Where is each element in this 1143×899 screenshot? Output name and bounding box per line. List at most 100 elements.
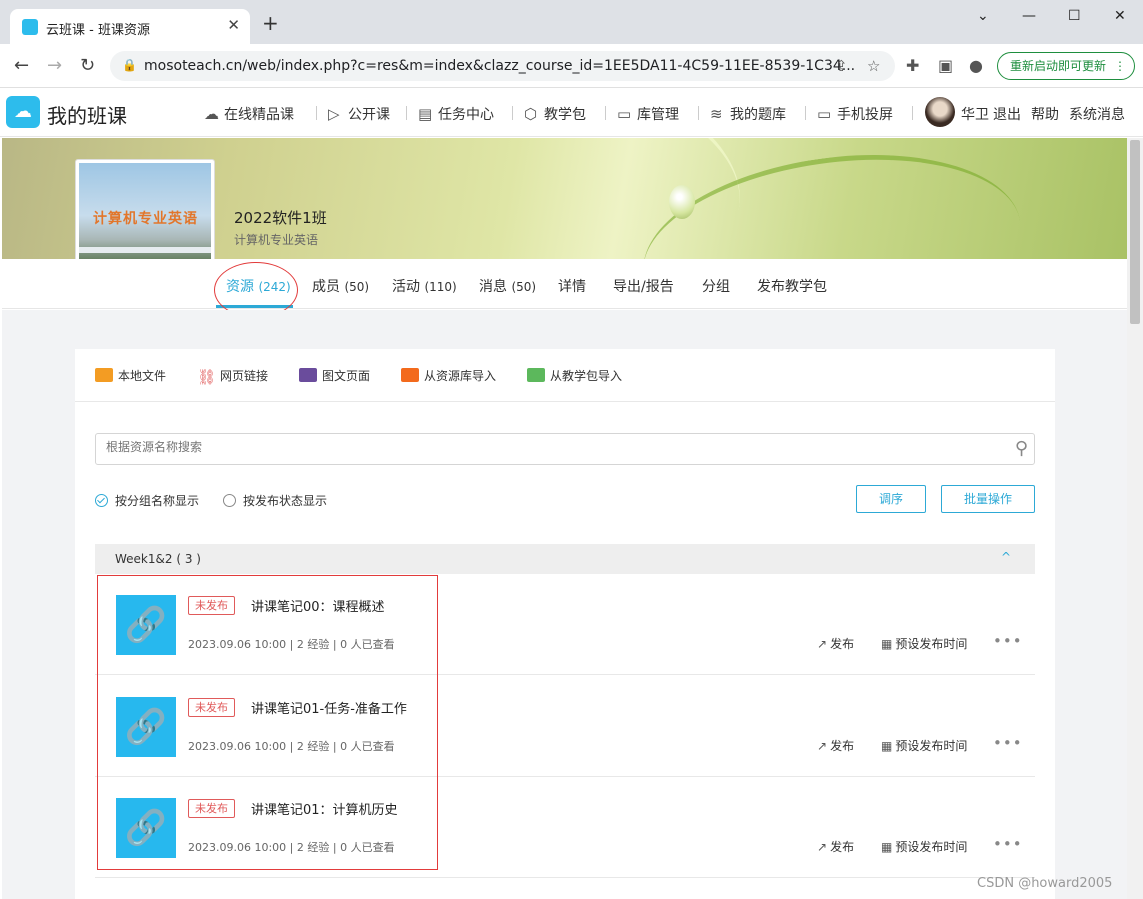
cloud-icon: ☁ — [204, 105, 219, 123]
web-link-button[interactable]: ⛓ 网页链接 — [197, 367, 268, 386]
favicon-icon — [22, 19, 38, 35]
watermark-text: CSDN @howard2005 — [977, 876, 1113, 891]
folder-icon — [95, 368, 113, 382]
tab-label: 活动 — [392, 279, 420, 295]
waterdrop-decoration — [669, 185, 695, 219]
search-icon[interactable]: ⚲ — [1015, 438, 1028, 459]
nav-task-center[interactable]: ▤ 任务中心 — [418, 104, 494, 124]
nav-screen-cast[interactable]: ▭ 手机投屏 — [817, 104, 893, 124]
nav-divider — [406, 106, 407, 120]
browser-tab[interactable]: 云班课 - 班课资源 ✕ — [10, 9, 250, 44]
action-label: 预设发布时间 — [895, 739, 968, 753]
browser-tabbar: 云班课 - 班课资源 ✕ + ⌄ — ☐ ✕ — [0, 0, 1143, 44]
view-by-group-radio[interactable]: 按分组名称显示 — [95, 492, 199, 509]
article-page-button[interactable]: 图文页面 — [299, 367, 370, 384]
minimize-button[interactable]: — — [1022, 8, 1036, 24]
tab-title: 云班课 - 班课资源 — [46, 23, 150, 38]
nav-teaching-pack[interactable]: ⬡ 教学包 — [524, 104, 586, 124]
bookmark-star-icon[interactable]: ☆ — [867, 57, 880, 75]
local-file-button[interactable]: 本地文件 — [95, 367, 166, 384]
import-pack-button[interactable]: 从教学包导入 — [527, 367, 622, 384]
profile-icon[interactable]: ● — [969, 56, 983, 75]
new-tab-button[interactable]: + — [262, 13, 279, 33]
nav-label: 我的题库 — [730, 107, 786, 123]
reload-icon[interactable]: ↻ — [80, 55, 95, 76]
more-options-icon[interactable]: ••• — [993, 632, 1023, 650]
logo-icon[interactable]: ☁ — [6, 96, 40, 128]
site-header: ☁ 我的班课 ☁ 在线精品课 ▷ 公开课 ▤ 任务中心 ⬡ 教学包 ▭ 库管理 ≋ 我的题库… — [0, 89, 1143, 137]
forward-icon[interactable]: → — [47, 55, 62, 76]
search-input[interactable] — [106, 440, 986, 454]
page-scrollbar[interactable] — [1127, 138, 1143, 899]
back-icon[interactable]: ← — [14, 55, 29, 76]
resource-toolbar: 本地文件 ⛓ 网页链接 图文页面 从资源库导入 从教学包导入 — [75, 349, 1055, 402]
nav-question-bank[interactable]: ≋ 我的题库 — [710, 104, 786, 124]
extensions-icon[interactable]: ✚ — [906, 56, 919, 75]
nav-divider — [605, 106, 606, 120]
class-subnav: 资源 (242) 成员 (50) 活动 (110) 消息 (50) 详情 导出/… — [2, 259, 1127, 309]
radio-unchecked-icon — [223, 494, 236, 507]
publish-button[interactable]: ↗ 发布 — [817, 635, 854, 652]
more-options-icon[interactable]: ••• — [993, 734, 1023, 752]
nav-online-course[interactable]: ☁ 在线精品课 — [204, 104, 294, 124]
logo-text[interactable]: 我的班课 — [47, 100, 127, 129]
tool-label: 从教学包导入 — [550, 369, 623, 383]
tab-label: 详情 — [558, 279, 586, 295]
sort-button[interactable]: 调序 — [856, 485, 926, 513]
tool-label: 本地文件 — [118, 369, 167, 383]
resource-search[interactable]: ⚲ — [95, 433, 1035, 465]
nav-divider — [316, 106, 317, 120]
tab-export-report[interactable]: 导出/报告 — [613, 276, 674, 296]
system-messages-link[interactable]: 系统消息 — [1069, 104, 1125, 124]
schedule-publish-button[interactable]: ▦ 预设发布时间 — [881, 635, 967, 652]
tab-details[interactable]: 详情 — [558, 276, 586, 296]
logout-link[interactable]: 退出 — [993, 104, 1021, 124]
more-options-icon[interactable]: ••• — [993, 835, 1023, 853]
radio-label: 按分组名称显示 — [115, 494, 200, 508]
maximize-button[interactable]: ☐ — [1068, 8, 1081, 24]
scrollbar-thumb[interactable] — [1130, 140, 1140, 324]
nav-divider — [512, 106, 513, 120]
avatar[interactable] — [925, 97, 955, 127]
tab-label: 发布教学包 — [757, 279, 827, 295]
nav-open-course[interactable]: ▷ 公开课 — [328, 104, 390, 124]
tool-label: 从资源库导入 — [424, 369, 497, 383]
url-box[interactable]: 🔒 mosoteach.cn/web/index.php?c=res&m=ind… — [110, 51, 895, 81]
nav-divider — [912, 106, 913, 120]
group-header[interactable]: Week1&2 ( 3 ) ^ — [95, 544, 1035, 574]
sidepanel-icon[interactable]: ▣ — [938, 56, 953, 75]
tab-members[interactable]: 成员 (50) — [312, 276, 369, 296]
view-by-status-radio[interactable]: 按发布状态显示 — [223, 492, 327, 509]
share-icon[interactable]: ⇪ — [835, 57, 848, 75]
collapse-caret-icon[interactable]: ^ — [1001, 550, 1011, 564]
address-bar-row: ← → ↻ 🔒 mosoteach.cn/web/index.php?c=res… — [0, 44, 1143, 88]
link-icon: ⛓ — [197, 368, 217, 386]
close-window-button[interactable]: ✕ — [1114, 8, 1126, 24]
user-name[interactable]: 华卫 — [961, 104, 989, 124]
tab-search-icon[interactable]: ⌄ — [977, 8, 989, 24]
tab-groups[interactable]: 分组 — [702, 276, 730, 296]
schedule-publish-button[interactable]: ▦ 预设发布时间 — [881, 737, 967, 754]
publish-button[interactable]: ↗ 发布 — [817, 838, 854, 855]
publish-button[interactable]: ↗ 发布 — [817, 737, 854, 754]
more-menu-icon[interactable]: ⋮ — [1114, 53, 1126, 79]
tab-label: 分组 — [702, 279, 730, 295]
tab-count: (110) — [424, 280, 457, 294]
annotation-box — [97, 575, 438, 870]
tab-activities[interactable]: 活动 (110) — [392, 276, 457, 296]
update-button[interactable]: 重新启动即可更新 ⋮ — [997, 52, 1135, 80]
nav-library[interactable]: ▭ 库管理 — [617, 104, 679, 124]
publish-icon: ↗ — [817, 840, 828, 854]
url-text[interactable]: mosoteach.cn/web/index.php?c=res&m=index… — [144, 58, 855, 74]
tab-messages[interactable]: 消息 (50) — [479, 276, 536, 296]
package-icon — [527, 368, 545, 382]
schedule-publish-button[interactable]: ▦ 预设发布时间 — [881, 838, 967, 855]
help-link[interactable]: 帮助 — [1031, 104, 1059, 124]
tool-label: 图文页面 — [322, 369, 371, 383]
tab-publish-pack[interactable]: 发布教学包 — [757, 276, 827, 296]
tab-close-icon[interactable]: ✕ — [227, 16, 240, 34]
bridge-graphic — [79, 247, 211, 253]
calendar-icon: ▦ — [881, 637, 893, 651]
batch-operation-button[interactable]: 批量操作 — [941, 485, 1035, 513]
import-library-button[interactable]: 从资源库导入 — [401, 367, 496, 384]
